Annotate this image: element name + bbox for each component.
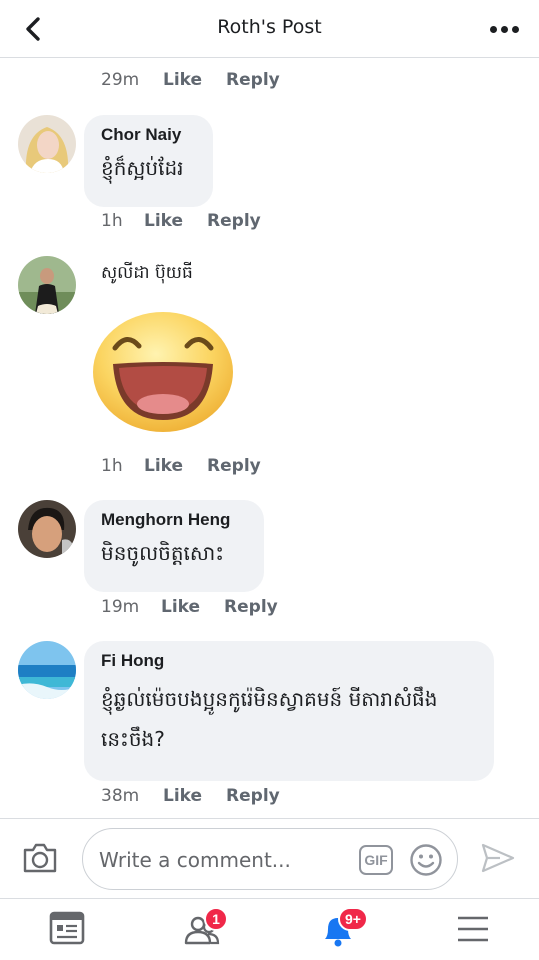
hamburger-menu-icon	[458, 916, 488, 942]
comment-bubble: Fi Hong ខ្ញុំឆ្ងល់ម៉េចបងប្អូនកូរ៉េមិនស្វ…	[84, 641, 494, 781]
reply-link[interactable]: Reply	[226, 786, 280, 806]
like-link[interactable]: Like	[161, 597, 200, 617]
like-link[interactable]: Like	[163, 70, 202, 90]
notifications-badge: 9+	[338, 907, 368, 931]
page-title: Roth's Post	[217, 16, 322, 38]
gif-button[interactable]: GIF	[359, 845, 393, 875]
tab-news-feed[interactable]	[45, 909, 89, 949]
news-feed-icon	[49, 911, 85, 945]
comment-bubble: Menghorn Heng មិនចូលចិត្តសោះ	[84, 500, 264, 592]
friend-requests-badge: 1	[204, 907, 228, 931]
profile-photo-icon	[18, 641, 76, 699]
comment-time: 38m	[101, 786, 140, 806]
more-options-button[interactable]	[487, 14, 521, 44]
comment-input-placeholder: Write a comment...	[99, 848, 291, 872]
reply-link[interactable]: Reply	[207, 211, 261, 231]
reply-link[interactable]: Reply	[226, 70, 280, 90]
dot-icon	[511, 25, 519, 33]
like-link[interactable]: Like	[163, 786, 202, 806]
commenter-name[interactable]: សូលីដា ប៊ុយធី	[101, 262, 193, 287]
dot-icon	[489, 25, 497, 33]
emoji-button[interactable]	[409, 843, 443, 877]
profile-photo-icon	[18, 115, 76, 173]
comment-text: មិនចូលចិត្តសោះ	[101, 541, 225, 565]
comment-input[interactable]: Write a comment... GIF	[82, 828, 458, 890]
comment-composer: Write a comment... GIF	[0, 818, 539, 898]
smiley-icon	[410, 844, 442, 876]
comment-meta: 19m Like Reply	[101, 597, 302, 617]
comment-meta: 29m Like Reply	[101, 70, 304, 90]
reply-link[interactable]: Reply	[207, 456, 261, 476]
camera-button[interactable]	[22, 841, 58, 875]
comment-text-line: នេះចឹង?	[101, 727, 165, 751]
comment-text: ខ្ញុំក៏ស្អប់ដែរ	[101, 156, 184, 180]
profile-photo-icon	[18, 256, 76, 314]
avatar[interactable]	[18, 641, 76, 699]
comment-bubble: Chor Naiy ខ្ញុំក៏ស្អប់ដែរ	[84, 115, 213, 207]
commenter-name[interactable]: Fi Hong	[101, 651, 477, 671]
comment-time: 1h	[101, 211, 123, 231]
avatar[interactable]	[18, 115, 76, 173]
commenter-name[interactable]: Menghorn Heng	[101, 510, 247, 530]
laughing-emoji-icon	[93, 312, 233, 432]
bottom-tab-bar: 1 9+	[0, 898, 539, 960]
comment-time: 19m	[101, 597, 140, 617]
like-link[interactable]: Like	[144, 211, 183, 231]
comment-meta: 1h Like Reply	[101, 456, 285, 476]
commenter-name[interactable]: Chor Naiy	[101, 125, 196, 145]
comment-text: ខ្ញុំឆ្ងល់ម៉េចបងប្អូនកូរ៉េមិនស្វាគមន៍ មី…	[101, 679, 477, 759]
comment-time: 1h	[101, 456, 123, 476]
tab-menu[interactable]	[451, 909, 495, 949]
reply-link[interactable]: Reply	[224, 597, 278, 617]
send-icon	[481, 843, 515, 873]
send-button[interactable]	[480, 841, 516, 875]
camera-icon	[23, 843, 57, 873]
tab-notifications[interactable]: 9+	[316, 907, 368, 949]
profile-photo-icon	[18, 500, 76, 558]
like-link[interactable]: Like	[144, 456, 183, 476]
dot-icon	[500, 25, 508, 33]
comment-meta: 1h Like Reply	[101, 211, 285, 231]
comment-time: 29m	[101, 70, 140, 90]
comment-text-line: ខ្ញុំឆ្ងល់ម៉េចបងប្អូនកូរ៉េមិនស្វាគមន៍ មី…	[101, 687, 438, 711]
avatar[interactable]	[18, 256, 76, 314]
comment-meta: 38m Like Reply	[101, 786, 304, 806]
laughing-sticker	[91, 308, 235, 432]
avatar[interactable]	[18, 500, 76, 558]
tab-friend-requests[interactable]: 1	[180, 907, 228, 949]
top-bar: Roth's Post	[0, 0, 539, 58]
